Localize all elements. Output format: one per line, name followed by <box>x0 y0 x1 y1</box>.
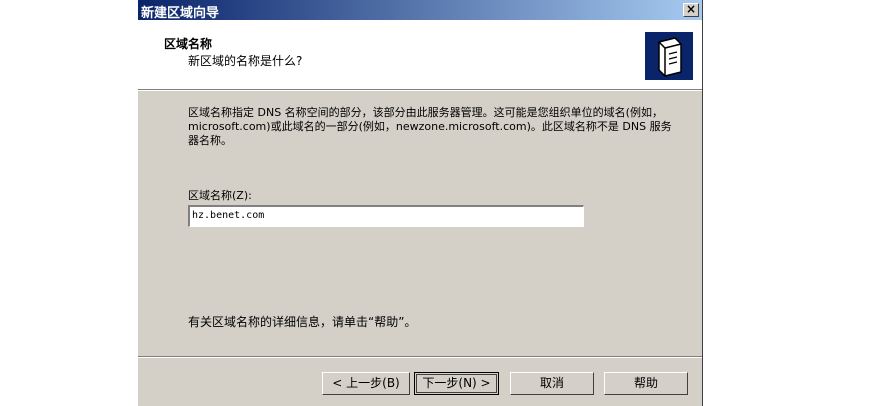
title-bar[interactable]: 新建区域向导 × <box>138 0 702 21</box>
header-divider <box>138 89 702 91</box>
zone-name-input[interactable]: hz.benet.com <box>188 205 584 227</box>
server-icon <box>645 32 693 80</box>
window-title: 新建区域向导 <box>141 6 220 21</box>
page-subtitle: 新区域的名称是什么? <box>188 54 303 68</box>
wizard-header: 区域名称 新区域的名称是什么? <box>138 20 702 89</box>
description-text: 区域名称指定 DNS 名称空间的部分，该部分由此服务器管理。这可能是您组织单位的… <box>188 106 672 147</box>
footer-divider <box>138 356 702 358</box>
next-button[interactable]: 下一步(N) > <box>414 372 499 395</box>
close-button[interactable]: × <box>683 3 699 17</box>
new-zone-wizard-window: 新建区域向导 × 区域名称 新区域的名称是什么? 区域名称指定 DNS 名称空间… <box>137 0 703 406</box>
help-info-text: 有关区域名称的详细信息，请单击“帮助”。 <box>188 315 417 329</box>
back-button[interactable]: < 上一步(B) <box>322 372 410 395</box>
zone-name-label: 区域名称(Z): <box>188 189 252 202</box>
cancel-button[interactable]: 取消 <box>510 372 594 395</box>
help-button[interactable]: 帮助 <box>604 372 688 395</box>
page-title: 区域名称 <box>164 37 213 51</box>
